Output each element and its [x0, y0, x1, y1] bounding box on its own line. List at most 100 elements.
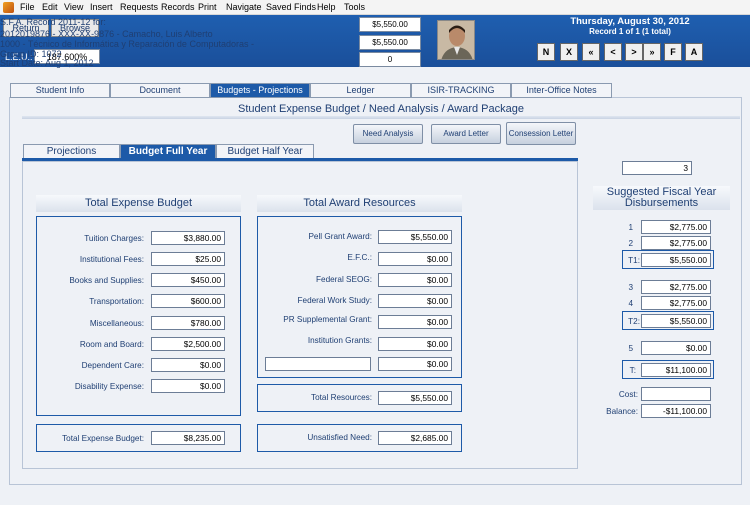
tab-budgets-projections[interactable]: Budgets - Projections	[210, 83, 310, 98]
expense-label-transportation: Transportation:	[89, 297, 144, 306]
nav-last-button[interactable]: »	[643, 43, 661, 61]
expense-total-value: $8,235.00	[151, 431, 225, 445]
t1-label: T1:	[628, 256, 640, 265]
expense-label-room-board: Room and Board:	[79, 340, 144, 349]
expense-value-fees[interactable]: $25.00	[151, 252, 225, 266]
disb-value-5[interactable]: $0.00	[641, 341, 711, 355]
expense-value-dependent-care[interactable]: $0.00	[151, 358, 225, 372]
start-date-line: Start Date: Aug 1, 2012	[0, 58, 94, 68]
menu-file[interactable]: File	[20, 2, 35, 12]
cost-field[interactable]	[641, 387, 711, 401]
award-label-work-study: Federal Work Study:	[297, 296, 372, 305]
expense-label-books: Books and Supplies:	[69, 276, 144, 285]
award-total-value: $5,550.00	[378, 391, 452, 405]
award-value-seog[interactable]: $0.00	[378, 273, 452, 287]
award-value-efc[interactable]: $0.00	[378, 252, 452, 266]
disb-label-1: 1	[628, 223, 633, 232]
unsatisfied-need-value: $2,685.00	[378, 431, 452, 445]
menu-bar: File Edit View Insert Requests Records P…	[0, 0, 750, 15]
t1-value: $5,550.00	[641, 253, 711, 267]
current-date: Thursday, August 30, 2012	[570, 16, 690, 27]
fiscal-heading: Suggested Fiscal Year Disbursements	[593, 186, 730, 210]
expense-label-tuition: Tuition Charges:	[84, 234, 144, 243]
student-line: 2012019876 - XXX-XX-9876 - Camacho, Luis…	[0, 29, 213, 39]
expense-value-books[interactable]: $450.00	[151, 273, 225, 287]
award-label-pr-supplemental: PR Supplemental Grant:	[283, 315, 372, 324]
disb-label-5: 5	[628, 344, 633, 353]
tab-isir-tracking[interactable]: ISIR-TRACKING	[411, 83, 511, 98]
expense-label-fees: Institutional Fees:	[79, 255, 144, 264]
app-icon	[3, 2, 14, 13]
nav-new-button[interactable]: N	[537, 43, 555, 61]
menu-insert[interactable]: Insert	[90, 2, 113, 12]
tab-ledger[interactable]: Ledger	[310, 83, 411, 98]
nav-first-button[interactable]: «	[582, 43, 600, 61]
menu-view[interactable]: View	[64, 2, 83, 12]
award-value-work-study[interactable]: $0.00	[378, 294, 452, 308]
menu-print[interactable]: Print	[198, 2, 217, 12]
cost-label: Cost:	[618, 390, 638, 399]
expense-value-disability[interactable]: $0.00	[151, 379, 225, 393]
nav-all-button[interactable]: A	[685, 43, 703, 61]
nav-delete-button[interactable]: X	[560, 43, 578, 61]
tab-student-info[interactable]: Student Info	[10, 83, 110, 98]
award-value-other[interactable]: $0.00	[378, 357, 452, 371]
t-total-label: T:	[629, 366, 636, 375]
record-count: Record 1 of 1 (1 total)	[589, 27, 671, 36]
award-value-institution[interactable]: $0.00	[378, 337, 452, 351]
menu-requests[interactable]: Requests	[120, 2, 158, 12]
expense-label-disability: Disability Expense:	[74, 382, 144, 391]
consession-letter-button[interactable]: Consession Letter	[506, 122, 576, 145]
disb-label-2: 2	[628, 239, 633, 248]
t-total-value: $11,100.00	[641, 363, 711, 377]
balance-label: Balance:	[606, 407, 638, 416]
unsatisfied-need-label: Unsatisfied Need:	[307, 433, 372, 442]
expense-label-miscellaneous: Miscellaneous:	[89, 319, 144, 328]
disb-label-3: 3	[628, 283, 633, 292]
expense-value-miscellaneous[interactable]: $780.00	[151, 316, 225, 330]
expense-value-room-board[interactable]: $2,500.00	[151, 337, 225, 351]
expense-value-transportation[interactable]: $600.00	[151, 294, 225, 308]
nav-find-button[interactable]: F	[664, 43, 682, 61]
award-value-pell[interactable]: $5,550.00	[378, 230, 452, 244]
disbursement-count-field[interactable]: 3	[622, 161, 692, 175]
t2-value: $5,550.00	[641, 314, 711, 328]
disb-value-3[interactable]: $2,775.00	[641, 280, 711, 294]
award-letter-button[interactable]: Award Letter	[431, 124, 501, 144]
header-value-2: $5,550.00	[359, 35, 421, 50]
student-photo	[437, 20, 475, 60]
menu-navigate[interactable]: Navigate	[226, 2, 262, 12]
expense-label-dependent-care: Dependent Care:	[81, 361, 144, 370]
t2-label: T2:	[628, 317, 640, 326]
award-other-name-field[interactable]	[265, 357, 371, 371]
award-total-label: Total Resources:	[311, 393, 372, 402]
subtab-budget-half-year[interactable]: Budget Half Year	[216, 144, 314, 159]
tab-document[interactable]: Document	[110, 83, 210, 98]
disb-label-4: 4	[628, 299, 633, 308]
menu-saved-finds[interactable]: Saved Finds	[266, 2, 316, 12]
need-analysis-button[interactable]: Need Analysis	[353, 124, 423, 144]
header-value-3: 0	[359, 52, 421, 67]
award-value-pr-supplemental[interactable]: $0.00	[378, 315, 452, 329]
award-label-institution: Institution Grants:	[307, 336, 372, 345]
menu-help[interactable]: Help	[317, 2, 336, 12]
disb-value-4[interactable]: $2,775.00	[641, 296, 711, 310]
award-label-efc: E.F.C.:	[347, 253, 372, 262]
expense-value-tuition[interactable]: $3,880.00	[151, 231, 225, 245]
subtab-budget-full-year[interactable]: Budget Full Year	[120, 144, 216, 159]
award-heading: Total Award Resources	[257, 195, 462, 212]
nav-next-button[interactable]: >	[625, 43, 643, 61]
header-value-1: $5,550.00	[359, 17, 421, 32]
subtab-projections[interactable]: Projections	[23, 144, 120, 159]
disb-value-2[interactable]: $2,775.00	[641, 236, 711, 250]
balance-field: -$11,100.00	[641, 404, 711, 418]
award-label-seog: Federal SEOG:	[316, 275, 372, 284]
menu-edit[interactable]: Edit	[42, 2, 58, 12]
menu-tools[interactable]: Tools	[344, 2, 365, 12]
disb-value-1[interactable]: $2,775.00	[641, 220, 711, 234]
tab-inter-office-notes[interactable]: Inter-Office Notes	[511, 83, 612, 98]
nav-prev-button[interactable]: <	[604, 43, 622, 61]
record-title: S.F.A. Record 2011-12 for:	[0, 17, 106, 27]
menu-records[interactable]: Records	[161, 2, 195, 12]
award-label-pell: Pell Grant Award:	[308, 232, 372, 241]
